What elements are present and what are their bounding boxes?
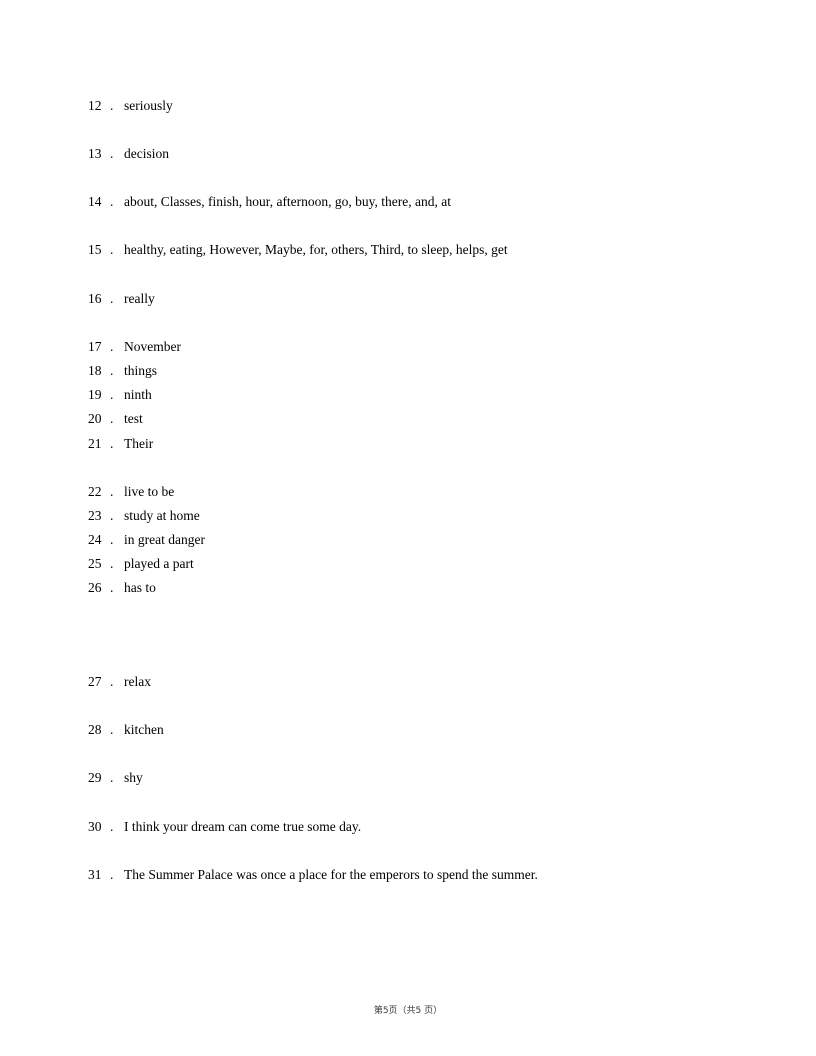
- answer-item: 19. ninth: [88, 387, 152, 403]
- answer-number: 17: [88, 339, 102, 354]
- answer-item: 26. has to: [88, 580, 156, 596]
- answer-text: The Summer Palace was once a place for t…: [124, 867, 538, 882]
- answer-text: healthy, eating, However, Maybe, for, ot…: [124, 242, 508, 257]
- answer-text: relax: [124, 674, 151, 689]
- answer-item: 29. shy: [88, 770, 143, 786]
- answer-item: 14. about, Classes, finish, hour, afterno…: [88, 194, 451, 210]
- answer-separator-dot: .: [110, 146, 114, 161]
- answer-number: 12: [88, 98, 102, 113]
- answer-number: 25: [88, 556, 102, 571]
- answer-item: 13. decision: [88, 146, 169, 162]
- answer-item: 28. kitchen: [88, 722, 164, 738]
- answer-separator-dot: .: [110, 508, 114, 523]
- page-footer: 第5页（共5 页）: [373, 1006, 443, 1016]
- answer-number: 28: [88, 722, 102, 737]
- answer-item: 24. in great danger: [88, 532, 205, 548]
- answer-text: shy: [124, 770, 143, 785]
- answer-item: 23. study at home: [88, 508, 200, 524]
- answer-item: 17. November: [88, 339, 181, 355]
- answer-text: played a part: [124, 556, 194, 571]
- answer-text: live to be: [124, 484, 175, 499]
- answer-separator-dot: .: [110, 580, 114, 595]
- answer-number: 29: [88, 770, 102, 785]
- answer-number: 20: [88, 411, 102, 426]
- answer-separator-dot: .: [110, 98, 114, 113]
- answer-separator-dot: .: [110, 387, 114, 402]
- answer-number: 30: [88, 819, 102, 834]
- answer-number: 26: [88, 580, 102, 595]
- answer-separator-dot: .: [110, 436, 114, 451]
- answer-separator-dot: .: [110, 291, 114, 306]
- answer-separator-dot: .: [110, 242, 114, 257]
- answer-text: study at home: [124, 508, 200, 523]
- answer-number: 16: [88, 291, 102, 306]
- answer-item: 22. live to be: [88, 484, 174, 500]
- answer-text: test: [124, 411, 143, 426]
- answer-item: 30. I think your dream can come true some…: [88, 819, 361, 835]
- answer-item: 25. played a part: [88, 556, 194, 572]
- answer-separator-dot: .: [110, 194, 114, 209]
- answer-text: kitchen: [124, 722, 164, 737]
- answer-item: 31. The Summer Palace was once a place fo…: [88, 867, 538, 883]
- answer-separator-dot: .: [110, 770, 114, 785]
- answer-separator-dot: .: [110, 674, 114, 689]
- document-page: 12. seriously 13. decision 14. about, Classes…: [0, 0, 816, 1056]
- answer-text: Their: [124, 436, 154, 451]
- answer-number: 15: [88, 242, 102, 257]
- answer-separator-dot: .: [110, 819, 114, 834]
- answer-item: 16. really: [88, 291, 155, 307]
- answer-separator-dot: .: [110, 722, 114, 737]
- answer-text: ninth: [124, 387, 152, 402]
- answer-separator-dot: .: [110, 556, 114, 571]
- answer-number: 14: [88, 194, 102, 209]
- answer-item: 15. healthy, eating, However, Maybe, for,…: [88, 242, 508, 258]
- answer-number: 18: [88, 363, 102, 378]
- answer-text: has to: [124, 580, 156, 595]
- answer-separator-dot: .: [110, 339, 114, 354]
- answer-number: 22: [88, 484, 102, 499]
- answer-number: 23: [88, 508, 102, 523]
- answer-number: 31: [88, 867, 102, 882]
- answer-separator-dot: .: [110, 484, 114, 499]
- answer-number: 19: [88, 387, 102, 402]
- answer-text: about, Classes, finish, hour, afternoon,…: [124, 194, 452, 209]
- answer-item: 18. things: [88, 363, 157, 379]
- answer-number: 21: [88, 436, 102, 451]
- answer-item: 21. Their: [88, 436, 153, 452]
- answer-text: I think your dream can come true some da…: [124, 819, 362, 834]
- answer-text: November: [124, 339, 181, 354]
- answer-text: decision: [124, 146, 169, 161]
- answer-separator-dot: .: [110, 363, 114, 378]
- answer-number: 13: [88, 146, 102, 161]
- answer-item: 20. test: [88, 411, 143, 427]
- answer-text: seriously: [124, 98, 173, 113]
- answer-separator-dot: .: [110, 532, 114, 547]
- answer-separator-dot: .: [110, 411, 114, 426]
- answer-number: 27: [88, 674, 102, 689]
- answer-separator-dot: .: [110, 867, 114, 882]
- answer-text: things: [124, 363, 158, 378]
- answer-number: 24: [88, 532, 102, 547]
- answer-text: in great danger: [124, 532, 205, 547]
- answer-item: 27. relax: [88, 674, 151, 690]
- answer-text: really: [124, 291, 155, 306]
- answer-item: 12. seriously: [88, 98, 173, 114]
